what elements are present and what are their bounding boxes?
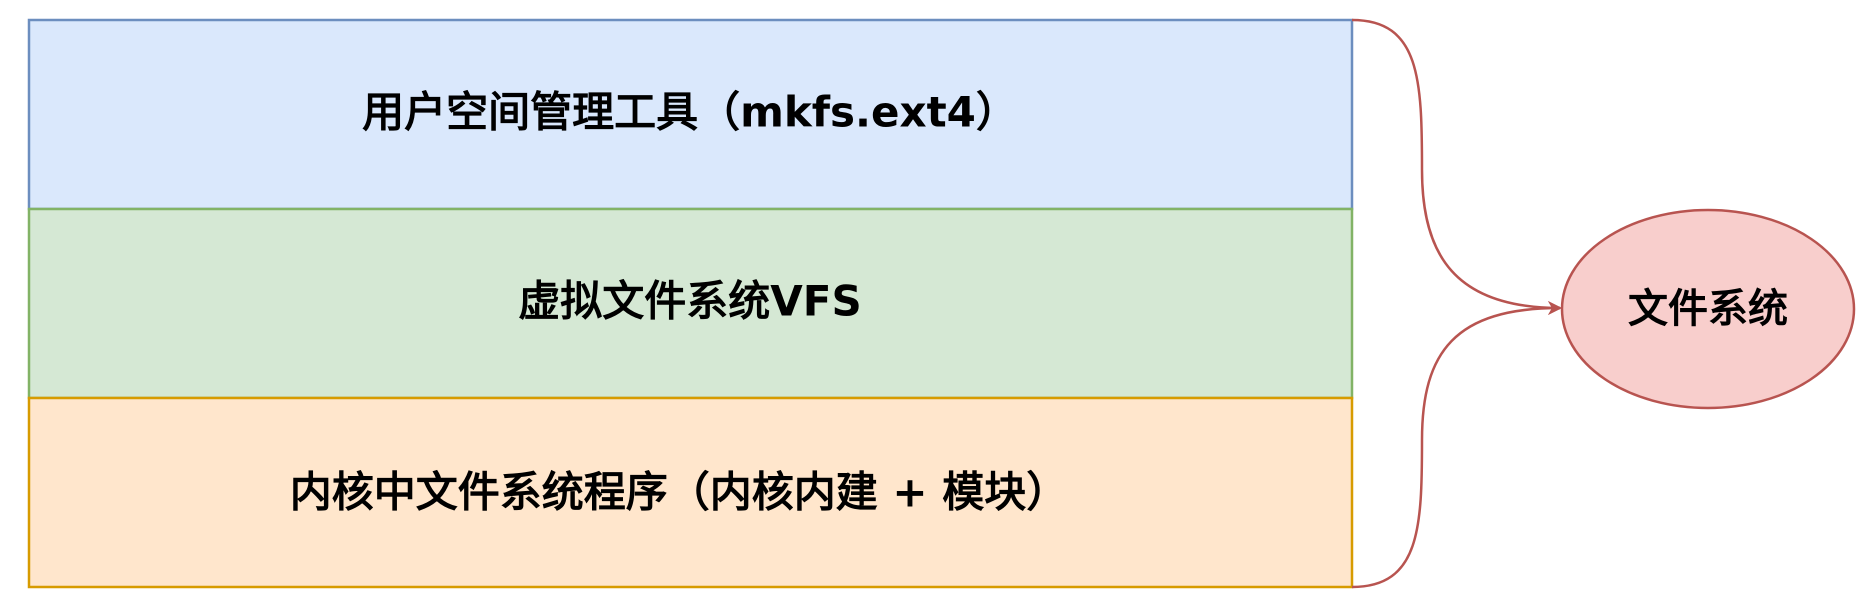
layer-vfs-label: 虚拟文件系统VFS [518, 277, 861, 326]
file-system-node: 文件系统 [1560, 208, 1856, 410]
layer-kernel-fs-programs: 内核中文件系统程序（内核内建 + 模块） [27, 396, 1354, 589]
connector-bottom-curve [1351, 301, 1562, 589]
layer-kernel-fs-programs-label: 内核中文件系统程序（内核内建 + 模块） [290, 468, 1068, 517]
layer-user-space-tools: 用户空间管理工具（mkfs.ext4） [27, 18, 1354, 211]
layer-user-space-tools-label: 用户空间管理工具（mkfs.ext4） [362, 88, 1018, 137]
connector-top-curve [1351, 18, 1562, 315]
file-system-label: 文件系统 [1628, 286, 1788, 332]
file-system-layers-diagram: 用户空间管理工具（mkfs.ext4） 虚拟文件系统VFS 内核中文件系统程序（… [27, 18, 1856, 589]
layer-vfs: 虚拟文件系统VFS [27, 207, 1354, 400]
